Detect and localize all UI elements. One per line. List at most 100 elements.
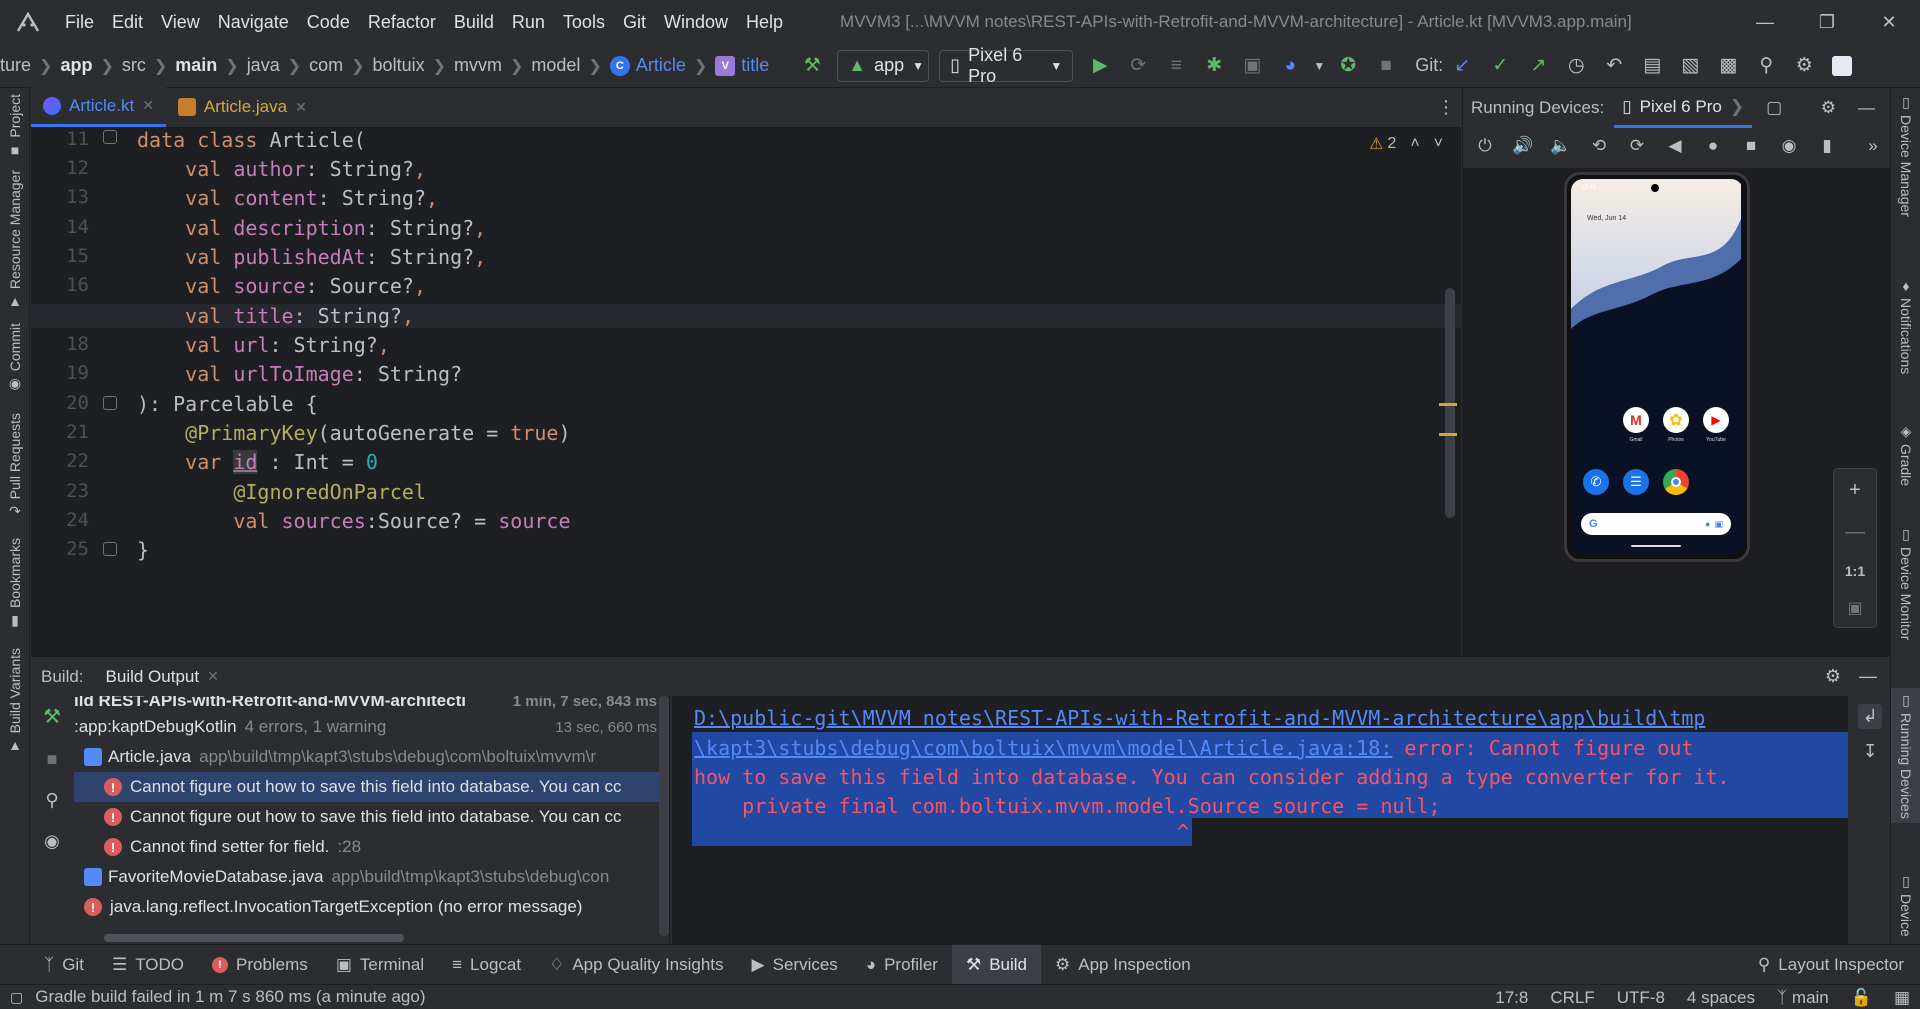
hammer-icon[interactable]: ⚒ <box>793 44 831 88</box>
fold-icon[interactable] <box>103 542 117 556</box>
screenshot-icon[interactable]: ◉ <box>1773 136 1805 156</box>
sdk-manager-icon[interactable]: ▩ <box>1709 44 1747 88</box>
photos-app-icon[interactable]: ✿ <box>1663 407 1689 433</box>
git-history-icon[interactable]: ◷ <box>1557 44 1595 88</box>
indent-setting[interactable]: 4 spaces <box>1687 988 1755 1008</box>
tool-profiler[interactable]: ◕ Profiler <box>852 945 952 985</box>
close-window-icon[interactable]: ✕ <box>1858 0 1920 44</box>
git-commit-icon[interactable]: ✓ <box>1481 44 1519 88</box>
console-path-link[interactable]: \kapt3\stubs\debug\com\boltuix\mvvm\mode… <box>694 736 1392 760</box>
tab-article-kt[interactable]: Article.kt ✕ <box>31 87 166 127</box>
git-rollback-icon[interactable]: ↶ <box>1595 44 1633 88</box>
tool-layout-inspector[interactable]: ⚲ Layout Inspector <box>1744 945 1920 985</box>
breadcrumb-java[interactable]: java <box>247 55 280 76</box>
run-icon[interactable]: ▶ <box>1081 44 1119 88</box>
tool-resource-manager[interactable]: Resource Manager ▲ <box>0 170 30 309</box>
apply-code-changes-icon[interactable]: ≡ <box>1157 44 1195 88</box>
menu-refactor[interactable]: Refactor <box>359 12 445 33</box>
close-icon[interactable]: ✕ <box>207 668 219 685</box>
tool-project[interactable]: Project ■ <box>0 94 30 158</box>
breadcrumb-member[interactable]: Vtitle <box>715 55 769 76</box>
code-editor[interactable]: 11 12 13 14 15 16 17 18 19 20 21 22 23 2… <box>31 128 1461 656</box>
tool-todo[interactable]: ☰ TODO <box>98 945 198 985</box>
tool-logcat[interactable]: ≡ Logcat <box>438 945 535 985</box>
tool-device-monitor[interactable]: ▯ Device Monitor <box>1891 526 1920 640</box>
menu-git[interactable]: Git <box>614 12 655 33</box>
breadcrumb-src[interactable]: src <box>122 55 146 76</box>
settings-icon[interactable]: ⚙ <box>1785 44 1823 88</box>
breadcrumb-class[interactable]: C Article <box>609 55 686 76</box>
restore-icon[interactable]: ❐ <box>1796 0 1858 44</box>
coverage-icon[interactable]: ▣ <box>1233 44 1271 88</box>
tree-error[interactable]: ! java.lang.reflect.InvocationTargetExce… <box>74 892 669 922</box>
tool-app-inspection[interactable]: ⚙ App Inspection <box>1041 945 1205 985</box>
tool-pull-requests[interactable]: Pull Requests ↷ <box>0 413 30 520</box>
back-icon[interactable]: ◀ <box>1659 136 1691 156</box>
code-area[interactable]: data class Article( val author: String?,… <box>31 128 1461 656</box>
menu-run[interactable]: Run <box>503 12 554 33</box>
build-console[interactable]: D:\public-git\MVVM notes\REST-APIs-with-… <box>672 696 1848 944</box>
menu-edit[interactable]: Edit <box>103 12 152 33</box>
gesture-bar[interactable] <box>1631 545 1681 547</box>
tool-running-devices[interactable]: ▯ Running Devices <box>1891 688 1920 823</box>
volume-down-icon[interactable]: 🔈 <box>1545 136 1577 156</box>
rotate-left-icon[interactable]: ⟲ <box>1583 136 1615 156</box>
run-config-dropdown[interactable]: ▲ app ▼ <box>837 49 930 82</box>
android-studio-logo-icon[interactable] <box>0 0 56 44</box>
chrome-app-icon[interactable] <box>1663 469 1689 495</box>
minimize-icon[interactable]: — <box>1734 0 1796 44</box>
tool-notifications[interactable]: ♦ Notifications <box>1891 278 1920 374</box>
horizontal-scrollbar[interactable] <box>104 934 404 942</box>
debug-icon[interactable]: ✱ <box>1195 44 1233 88</box>
device-mirror-icon[interactable]: ▤ <box>1633 44 1671 88</box>
youtube-app-icon[interactable]: ▶ <box>1703 407 1729 433</box>
search-widget[interactable]: G ● ▣ <box>1581 513 1731 535</box>
power-icon[interactable]: ⏻ <box>1469 136 1501 156</box>
tab-build-output[interactable]: Build Output <box>106 667 200 687</box>
tree-error-selected[interactable]: ! Cannot figure out how to save this fie… <box>74 772 669 802</box>
tool-services[interactable]: ▶ Services <box>738 945 852 985</box>
profiler-icon[interactable]: ◕ <box>1271 44 1309 88</box>
build-tree[interactable]: ild REST-APIs-with-Retrofit-and-MVVM-arc… <box>74 696 670 944</box>
device-display[interactable]: 12:49 Wed, Jun 14 M ✿ ▶ Gmail Photos You… <box>1463 168 1890 656</box>
breadcrumb-boltuix[interactable]: boltuix <box>373 55 425 76</box>
settings-icon[interactable]: ⚙ <box>1825 666 1841 687</box>
tool-device-manager[interactable]: ▯ Device Manager <box>1891 94 1920 217</box>
tool-problems[interactable]: ! Problems <box>198 945 322 985</box>
tool-app-quality-insights[interactable]: ♢ App Quality Insights <box>535 945 737 985</box>
minimize-panel-icon[interactable]: — <box>1858 98 1875 118</box>
menu-view[interactable]: View <box>152 12 209 33</box>
eye-icon[interactable]: ◉ <box>44 831 60 852</box>
warning-marker[interactable] <box>1439 433 1457 436</box>
zoom-actual-size[interactable]: 1:1 <box>1845 563 1865 579</box>
apply-changes-icon[interactable]: ⟳ <box>1119 44 1157 88</box>
console-path-link[interactable]: D:\public-git\MVVM notes\REST-APIs-with-… <box>694 706 1705 730</box>
close-icon[interactable]: ✕ <box>295 99 307 116</box>
file-encoding[interactable]: UTF-8 <box>1617 988 1665 1008</box>
settings-icon[interactable]: ⚙ <box>1821 98 1836 118</box>
user-avatar-icon[interactable] <box>1823 44 1861 88</box>
git-update-icon[interactable]: ↙ <box>1443 44 1481 88</box>
tool-gradle[interactable]: ◈ Gradle <box>1891 423 1920 486</box>
search-icon[interactable]: ⚲ <box>1747 44 1785 88</box>
close-icon[interactable]: ✕ <box>142 97 154 114</box>
tool-device[interactable]: ▯ Device <box>1891 873 1920 937</box>
breadcrumb-model[interactable]: model <box>531 55 580 76</box>
tree-file[interactable]: FavoriteMovieDatabase.java app\build\tmp… <box>74 862 669 892</box>
tree-error[interactable]: ! Cannot figure out how to save this fie… <box>74 802 669 832</box>
menu-tools[interactable]: Tools <box>554 12 614 33</box>
tree-file[interactable]: Article.java app\build\tmp\kapt3\stubs\d… <box>74 742 669 772</box>
line-separator[interactable]: CRLF <box>1550 988 1594 1008</box>
zoom-out-icon[interactable]: — <box>1845 521 1865 544</box>
hammer-icon[interactable]: ⚒ <box>43 704 61 729</box>
status-panel-toggle-icon[interactable]: ▢ <box>10 989 23 1006</box>
device-manager-icon[interactable]: ▧ <box>1671 44 1709 88</box>
new-tab-icon[interactable]: ▢ <box>1766 98 1782 118</box>
phone-app-icon[interactable]: ✆ <box>1583 469 1609 495</box>
tree-error[interactable]: ! Cannot find setter for field. :28 <box>74 832 669 862</box>
gmail-app-icon[interactable]: M <box>1623 407 1649 433</box>
tool-git[interactable]: ᛉ Git <box>0 945 98 985</box>
tool-build[interactable]: ⚒ Build <box>951 944 1042 985</box>
breadcrumb-app[interactable]: app <box>60 55 92 76</box>
caret-position[interactable]: 17:8 <box>1495 988 1528 1008</box>
